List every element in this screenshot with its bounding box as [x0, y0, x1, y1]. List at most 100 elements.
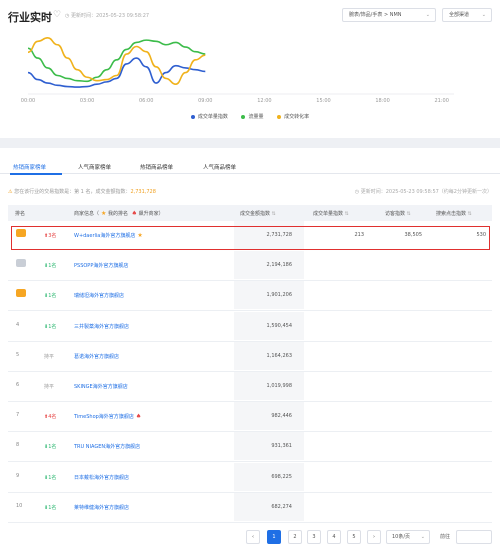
table-row[interactable]: ⬇1名 瑞储坦海外官方旗舰店 1,901,206 [8, 281, 492, 312]
shop-name-link[interactable]: 瑞储坦海外官方旗舰店 [74, 292, 124, 299]
my-shop-highlight [11, 226, 490, 250]
rank-change: ⬇1名 [44, 293, 57, 300]
legend-item[interactable]: 流量量 [241, 114, 264, 120]
legend-item[interactable]: 成交单量指数 [190, 114, 228, 120]
next-page-button[interactable]: › [367, 530, 381, 544]
warning-icon: ⚠ [8, 189, 13, 195]
col-orders[interactable]: 成交单量指数 ⇅ [313, 210, 349, 217]
page-size-value: 10条/页 [392, 534, 411, 540]
sort-icon: ⇅ [406, 211, 411, 217]
amount-index: 931,361 [271, 443, 292, 450]
page-2[interactable]: 2 [288, 530, 302, 544]
legend-dot [241, 114, 246, 119]
rank-number: 6 [16, 382, 20, 388]
rank-change: ⬇1名 [44, 444, 57, 451]
page-5[interactable]: 5 [347, 530, 361, 544]
table-header: 排名 商家信息（ ★ 我的排名 ♠ 飙升商家） 成交金额指数 ⇅ 成交单量指数 ⇅… [8, 205, 492, 221]
crown-badge-icon [16, 289, 26, 298]
table-row[interactable]: 8 ⬇1名 TRU NIAGEN海外官方旗舰店 931,361 [8, 432, 492, 463]
chevron-down-icon: ⌄ [420, 534, 425, 540]
rank-number: 10 [16, 502, 23, 509]
shop-name-link[interactable]: 日本戴松海外官方旗舰店 [74, 474, 129, 481]
channel-select-value: 全部渠道 [449, 12, 470, 18]
category-select-value: 腕表/饰品/手表 > NMN [349, 12, 402, 18]
col-rank: 排名 [15, 211, 26, 217]
goto-page-input[interactable] [456, 530, 492, 544]
rank-change: ⬇1名 [44, 323, 57, 330]
page-1[interactable]: 1 [267, 530, 281, 544]
channel-select[interactable]: 全部渠道 ⌄ [442, 8, 492, 22]
x-tick-label: 15:00 [316, 98, 330, 104]
table-row[interactable]: 4 ⬇1名 三井製薬海外官方旗舰店 1,590,454 [8, 311, 492, 342]
shop-name-link[interactable]: 莱特维健海外官方旗舰店 [74, 504, 129, 511]
x-tick-label: 21:00 [434, 98, 448, 104]
col-visits[interactable]: 访客指数 ⇅ [385, 210, 411, 217]
page-size-select[interactable]: 10条/页 ⌄ [386, 530, 430, 544]
ranking-tabs: 热销商家榜单 人气商家榜单 热销商品榜单 人气商品榜单 [0, 154, 500, 175]
rising-icon: ♠ [135, 413, 142, 421]
table-row[interactable]: 7 ⬆4名 TimeShop海外官方旗舰店 ♠ 982,446 [8, 402, 492, 433]
tab-hot-sellers[interactable]: 热销商家榜单 [13, 163, 46, 171]
prev-page-button[interactable]: ‹ [246, 530, 260, 544]
rank-number: 9 [16, 472, 20, 479]
active-tab-indicator [10, 173, 62, 175]
table-row[interactable]: 10 ⬇1名 莱特维健海外官方旗舰店 682,274 [8, 492, 492, 523]
rank-change: 持平 [44, 384, 55, 390]
amount-index: 1,590,454 [266, 322, 292, 329]
table-row[interactable]: ⬇1名 PSSOPP海外官方旗舰店 2,194,186 [8, 251, 492, 282]
col-clicks[interactable]: 搜索点击指数 ⇅ [436, 210, 472, 217]
amount-index: 1,019,998 [266, 383, 292, 389]
col-amount[interactable]: 成交金额指数 ⇅ [240, 210, 276, 217]
pagination: ‹ 1 2 3 4 5 › 10条/页 ⌄ 前往 [0, 530, 500, 544]
legend-label: 成交转化率 [284, 114, 310, 120]
favorite-heart-icon[interactable]: ♡ [53, 10, 61, 20]
my-rank-note: ⚠ 您在该行业的交易指数是：第 1 名，成交金额指数：2,731,728 [8, 188, 156, 195]
page-title: 行业实时 [8, 11, 52, 24]
shop-name-link[interactable]: PSSOPP海外官方旗舰店 [74, 262, 128, 269]
tab-popular-products[interactable]: 人气商品榜单 [203, 163, 236, 171]
chevron-down-icon: ⌄ [481, 12, 486, 18]
table-update-time: ◷ 更新时间：2025-05-23 09:58:57（约每2分钟更新一次） [354, 189, 492, 195]
amount-index: 1,901,206 [266, 292, 292, 299]
chart-legend: 成交单量指数 流量量 成交转化率 [0, 113, 500, 120]
page-4[interactable]: 4 [327, 530, 341, 544]
sort-icon: ⇅ [467, 211, 472, 217]
sort-icon: ⇅ [344, 211, 349, 217]
realtime-line-chart: 00:00 03:00 06:00 09:00 12:00 15:00 18:00 21:00 [21, 36, 454, 104]
amount-index: 2,194,186 [266, 262, 292, 269]
update-time: ◷ 更新时间：2025-05-23 09:58:27 [65, 13, 150, 19]
rank-number: 8 [16, 442, 20, 449]
shop-name-link[interactable]: SKINGE海外官方旗舰店 [74, 383, 128, 390]
chevron-down-icon: ⌄ [425, 12, 430, 18]
medal-badge-icon [16, 259, 26, 268]
goto-label: 前往 [440, 534, 451, 540]
page-3[interactable]: 3 [307, 530, 321, 544]
amount-index: 682,274 [271, 503, 292, 510]
tab-hot-products[interactable]: 热销商品榜单 [140, 163, 173, 171]
rank-change: ⬇1名 [44, 504, 57, 511]
x-tick-label: 06:00 [139, 98, 153, 104]
x-tick-label: 18:00 [375, 98, 389, 104]
amount-index: 1,164,263 [266, 352, 292, 359]
realtime-panel: 行业实时 ♡ ◷ 更新时间：2025-05-23 09:58:27 腕表/饰品/… [0, 0, 500, 138]
legend-dot [190, 114, 195, 119]
table-row[interactable]: 5 持平 葛诺海外官方旗舰店 1,164,263 [8, 341, 492, 372]
amount-index: 982,446 [271, 413, 292, 420]
rank-number: 5 [16, 351, 20, 358]
tab-popular-sellers[interactable]: 人气商家榜单 [78, 163, 111, 171]
table-row[interactable]: 9 ⬇1名 日本戴松海外官方旗舰店 698,225 [8, 462, 492, 493]
rank-change: ⬆4名 [44, 414, 57, 421]
category-select[interactable]: 腕表/饰品/手表 > NMN ⌄ [342, 8, 436, 22]
note-value: 2,731,728 [130, 189, 156, 195]
shop-name-link[interactable]: TimeShop海外官方旗舰店 ♠ [74, 413, 141, 420]
note-text: 您在该行业的交易指数是：第 1 名，成交金额指数： [14, 189, 131, 195]
rank-change: 持平 [44, 353, 55, 360]
rank-change: ⬇1名 [44, 474, 57, 481]
shop-name-link[interactable]: 三井製薬海外官方旗舰店 [74, 323, 129, 330]
x-tick-label: 03:00 [80, 98, 94, 104]
legend-item[interactable]: 成交转化率 [277, 114, 309, 120]
shop-name-link[interactable]: 葛诺海外官方旗舰店 [74, 353, 119, 360]
rank-change: ⬇1名 [44, 263, 57, 270]
table-row[interactable]: 6 持平 SKINGE海外官方旗舰店 1,019,998 [8, 372, 492, 402]
shop-name-link[interactable]: TRU NIAGEN海外官方旗舰店 [74, 443, 140, 450]
